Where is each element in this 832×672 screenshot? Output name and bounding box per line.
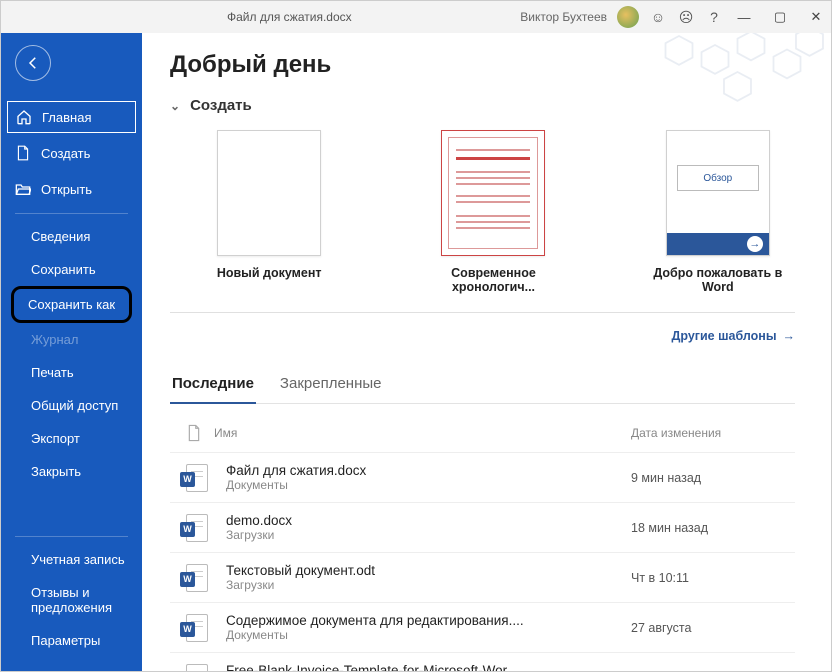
nav-feedback[interactable]: Отзывы и предложения [1,576,142,624]
col-modified[interactable]: Дата изменения [631,426,791,440]
greeting: Добрый день [170,51,795,79]
folder-open-icon [15,181,31,197]
titlebar: Файл для сжатия.docx Виктор Бухтеев ☺ ☹ … [1,1,831,33]
document-icon [15,145,31,161]
tab-recent[interactable]: Последние [170,369,256,404]
nav-account[interactable]: Учетная запись [1,543,142,576]
tab-pinned[interactable]: Закрепленные [278,369,384,403]
word-file-icon: W [180,664,208,672]
file-name: Free-Blank-Invoice-Template-for-Microsof… [226,663,631,671]
nav-create[interactable]: Создать [1,135,142,171]
window-controls: — ▢ ✕ [735,8,825,26]
app-window: Файл для сжатия.docx Виктор Бухтеев ☺ ☹ … [0,0,832,672]
file-name: Содержимое документа для редактирования.… [226,613,631,628]
template-welcome-label: Добро пожаловать в Word [641,266,795,294]
file-row[interactable]: W Файл для сжатия.docx Документы 9 мин н… [170,452,795,502]
file-date: Чт в 10:11 [631,571,791,585]
create-section-header[interactable]: ⌄ Создать [170,97,795,114]
nav-open[interactable]: Открыть [1,171,142,207]
file-location: Документы [226,478,631,492]
maximize-button[interactable]: ▢ [771,8,789,26]
arrow-right-icon: → [747,236,763,252]
document-title: Файл для сжатия.docx [227,10,352,24]
nav-share[interactable]: Общий доступ [1,389,142,422]
nav-options[interactable]: Параметры [1,624,142,657]
more-templates-link[interactable]: Другие шаблоны → [170,312,795,343]
nav-home-label: Главная [42,110,91,125]
main-content: Добрый день ⌄ Создать Новый документ [142,33,831,671]
nav-print[interactable]: Печать [1,356,142,389]
document-icon [174,424,214,442]
nav-info[interactable]: Сведения [1,220,142,253]
template-welcome[interactable]: Обзор → Добро пожаловать в Word [641,130,795,294]
nav-close[interactable]: Закрыть [1,455,142,488]
user-area: Виктор Бухтеев ☺ ☹ ? [520,6,723,28]
create-section-label: Создать [190,97,252,114]
word-file-icon: W [180,464,208,492]
chevron-down-icon: ⌄ [170,99,180,113]
file-date: 9 мин назад [631,471,791,485]
template-resume-label: Современное хронологич... [416,266,570,294]
file-list: Имя Дата изменения W Файл для сжатия.doc… [170,414,795,671]
nav-save-as[interactable]: Сохранить как [11,286,132,323]
file-row[interactable]: W demo.docx Загрузки 18 мин назад [170,502,795,552]
template-gallery: Новый документ Современное хронологич...… [192,130,795,294]
file-date: 27 августа [631,621,791,635]
welcome-badge: Обзор [677,165,759,191]
template-resume[interactable]: Современное хронологич... [416,130,570,294]
file-location: Загрузки [226,578,631,592]
more-templates-label: Другие шаблоны [671,329,776,343]
col-name[interactable]: Имя [214,426,631,440]
user-name: Виктор Бухтеев [520,10,607,24]
nav-save[interactable]: Сохранить [1,253,142,286]
file-row[interactable]: W Текстовый документ.odt Загрузки Чт в 1… [170,552,795,602]
file-name: demo.docx [226,513,631,528]
file-date: 16 августа [631,671,791,672]
word-file-icon: W [180,614,208,642]
back-button[interactable] [15,45,51,81]
template-resume-thumb [441,130,545,256]
help-icon[interactable]: ? [705,8,723,26]
sidebar: Главная Создать Открыть Сведения Сохрани… [1,33,142,671]
nav-export[interactable]: Экспорт [1,422,142,455]
file-name: Текстовый документ.odt [226,563,631,578]
home-icon [16,109,32,125]
file-location: Документы [226,628,631,642]
template-blank-label: Новый документ [217,266,322,280]
close-button[interactable]: ✕ [807,8,825,26]
nav-open-label: Открыть [41,182,92,197]
minimize-button[interactable]: — [735,8,753,26]
nav-home[interactable]: Главная [7,101,136,133]
file-date: 18 мин назад [631,521,791,535]
file-list-header: Имя Дата изменения [170,414,795,452]
frown-icon[interactable]: ☹ [677,8,695,26]
word-file-icon: W [180,514,208,542]
avatar[interactable] [617,6,639,28]
arrow-right-icon: → [783,329,796,343]
template-welcome-thumb: Обзор → [666,130,770,256]
word-file-icon: W [180,564,208,592]
nav-create-label: Создать [41,146,90,161]
file-name: Файл для сжатия.docx [226,463,631,478]
file-row[interactable]: W Содержимое документа для редактировани… [170,602,795,652]
nav-history: Журнал [1,323,142,356]
file-row[interactable]: W Free-Blank-Invoice-Template-for-Micros… [170,652,795,671]
file-location: Загрузки [226,528,631,542]
file-tabs: Последние Закрепленные [170,369,795,404]
smile-icon[interactable]: ☺ [649,8,667,26]
template-blank-thumb [217,130,321,256]
template-blank[interactable]: Новый документ [192,130,346,294]
